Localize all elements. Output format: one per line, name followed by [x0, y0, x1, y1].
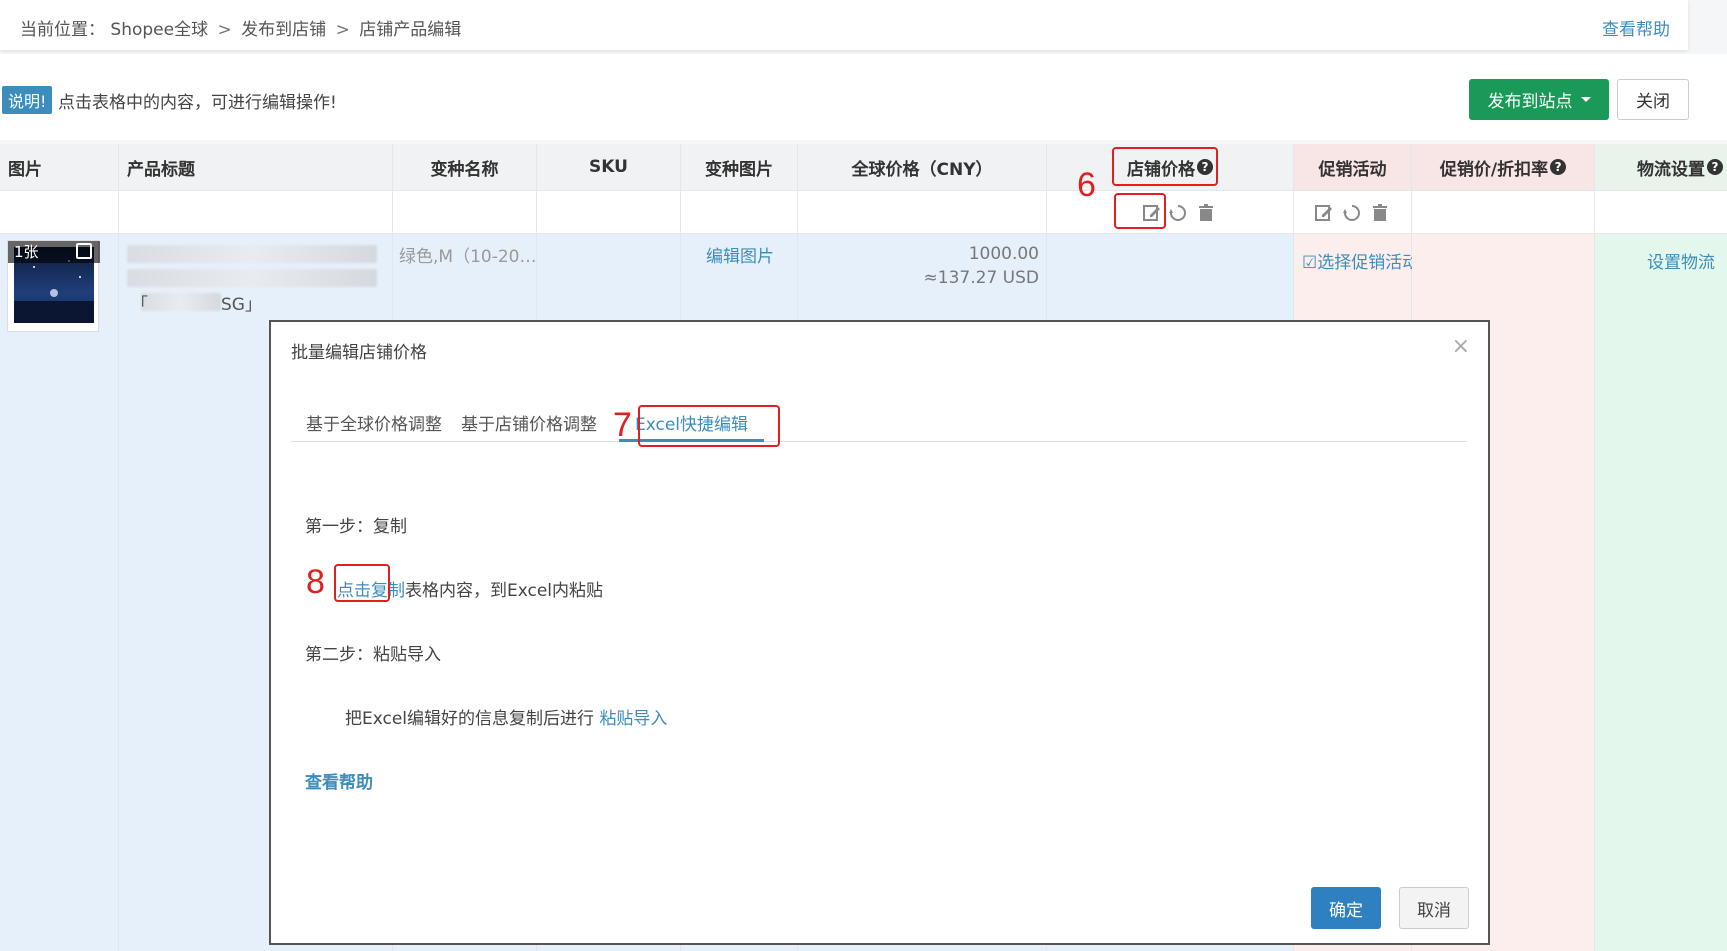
info-badge: 说明!: [2, 86, 53, 114]
close-button[interactable]: 关闭: [1617, 79, 1689, 120]
title-suffix-text: SG: [221, 295, 245, 315]
subrow: [681, 190, 797, 234]
annotation-box-batch-edit: [1114, 193, 1166, 229]
title-bracket-open: 「: [131, 295, 148, 315]
global-price-usd: ≈137.27 USD: [923, 268, 1039, 288]
paste-instruction-text: 把Excel编辑好的信息复制后进行: [345, 709, 595, 729]
paste-import-link[interactable]: 粘贴导入: [599, 709, 667, 729]
header-promotion: 促销活动: [1294, 144, 1411, 190]
subrow: [1294, 190, 1411, 234]
select-promotion-link[interactable]: ☑选择促销活动: [1302, 248, 1419, 273]
subrow: [537, 190, 680, 234]
header-logistics: 物流设置?: [1595, 144, 1727, 190]
annotation-number-7: 7: [613, 406, 632, 444]
column-image: 图片 1张: [0, 144, 119, 951]
paste-instruction: 把Excel编辑好的信息复制后进行 粘贴导入: [345, 704, 667, 729]
header-title: 产品标题: [119, 144, 392, 190]
title-blurred-line: [127, 245, 377, 263]
tab-global-price[interactable]: 基于全球价格调整: [306, 410, 442, 435]
breadcrumb-bar: 当前位置： Shopee全球 > 发布到店铺 > 店铺产品编辑 查看帮助: [0, 0, 1688, 50]
breadcrumb-sep: >: [335, 20, 350, 40]
page-root: 当前位置： Shopee全球 > 发布到店铺 > 店铺产品编辑 查看帮助 说明!…: [0, 0, 1727, 951]
step-one-label: 第一步：复制: [305, 517, 407, 537]
header-logistics-label: 物流设置: [1637, 159, 1705, 180]
publish-button[interactable]: 发布到站点: [1469, 79, 1609, 120]
header-variant-image: 变种图片: [681, 144, 797, 190]
info-text: 点击表格中的内容，可进行编辑操作!: [58, 93, 337, 113]
subrow: [1412, 190, 1594, 234]
reset-icon[interactable]: [1342, 203, 1362, 223]
product-thumbnail[interactable]: 1张: [7, 240, 100, 332]
info-row: 说明! 点击表格中的内容，可进行编辑操作! 发布到站点 关闭: [0, 54, 1727, 140]
delete-icon[interactable]: [1196, 203, 1216, 223]
annotation-number-6: 6: [1077, 166, 1096, 204]
batch-edit-price-dialog: 批量编辑店铺价格 × 基于全球价格调整 基于店铺价格调整 Excel快捷编辑 第…: [269, 320, 1490, 945]
annotation-box-excel-tab: [638, 405, 780, 447]
help-icon[interactable]: ?: [1550, 159, 1567, 175]
column-logistics: 物流设置? 设置物流: [1595, 144, 1727, 951]
tab-shop-price[interactable]: 基于店铺价格调整: [461, 410, 597, 435]
title-bracket-close: 」: [244, 295, 262, 315]
reset-icon[interactable]: [1168, 203, 1188, 223]
subrow: [119, 190, 392, 234]
subrow: [0, 190, 118, 234]
help-icon[interactable]: ?: [1707, 159, 1723, 175]
header-promo-price-label: 促销价/折扣率: [1439, 159, 1549, 180]
title-suffix: SG」: [221, 290, 262, 315]
cell-body: [0, 234, 118, 951]
subrow: [393, 190, 536, 234]
dialog-help-link[interactable]: 查看帮助: [305, 768, 373, 793]
subrow: [798, 190, 1046, 234]
copy-instruction-rest: 表格内容，到Excel内粘贴: [405, 581, 604, 601]
close-icon[interactable]: ×: [1452, 334, 1470, 359]
header-variant-name: 变种名称: [393, 144, 536, 190]
variant-name-value[interactable]: 绿色,M（10-20…: [399, 242, 536, 267]
breadcrumb-item-publish[interactable]: 发布到店铺: [241, 20, 326, 40]
publish-button-label: 发布到站点: [1487, 92, 1573, 112]
edit-image-icon[interactable]: [76, 243, 92, 259]
header-global-price: 全球价格（CNY）: [798, 144, 1046, 190]
help-link[interactable]: 查看帮助: [1602, 15, 1670, 40]
header-image: 图片: [0, 144, 118, 190]
breadcrumb: 当前位置： Shopee全球 > 发布到店铺 > 店铺产品编辑: [20, 15, 461, 40]
title-blurred-line: [141, 293, 221, 311]
header-sku: SKU: [537, 144, 680, 190]
caret-down-icon: [1580, 97, 1591, 102]
edit-icon: ☑: [1302, 253, 1318, 273]
select-promotion-label: 选择促销活动: [1317, 253, 1420, 273]
edit-image-link[interactable]: 编辑图片: [706, 242, 774, 267]
breadcrumb-sep: >: [217, 20, 232, 40]
annotation-box-shop-price: [1112, 147, 1218, 186]
annotation-number-8: 8: [306, 563, 325, 601]
confirm-button[interactable]: 确定: [1311, 887, 1381, 929]
breadcrumb-prefix: 当前位置：: [20, 20, 105, 40]
dialog-tabs: 基于全球价格调整 基于店铺价格调整 Excel快捷编辑: [291, 402, 1467, 442]
global-price-cny: 1000.00: [968, 244, 1039, 264]
subrow: [1595, 190, 1727, 234]
title-blurred-line: [127, 269, 377, 287]
annotation-box-copy-link: [334, 564, 390, 602]
delete-icon[interactable]: [1370, 203, 1390, 223]
cell-body: [1595, 234, 1727, 951]
dialog-title: 批量编辑店铺价格: [291, 343, 427, 363]
breadcrumb-item-current: 店铺产品编辑: [359, 20, 462, 40]
breadcrumb-item-shopee[interactable]: Shopee全球: [110, 20, 208, 40]
set-logistics-link[interactable]: 设置物流: [1647, 248, 1715, 273]
header-promo-price: 促销价/折扣率?: [1412, 144, 1594, 190]
cancel-button[interactable]: 取消: [1399, 887, 1469, 929]
step-two-label: 第二步：粘贴导入: [305, 645, 441, 665]
batch-edit-icon[interactable]: [1314, 203, 1334, 223]
